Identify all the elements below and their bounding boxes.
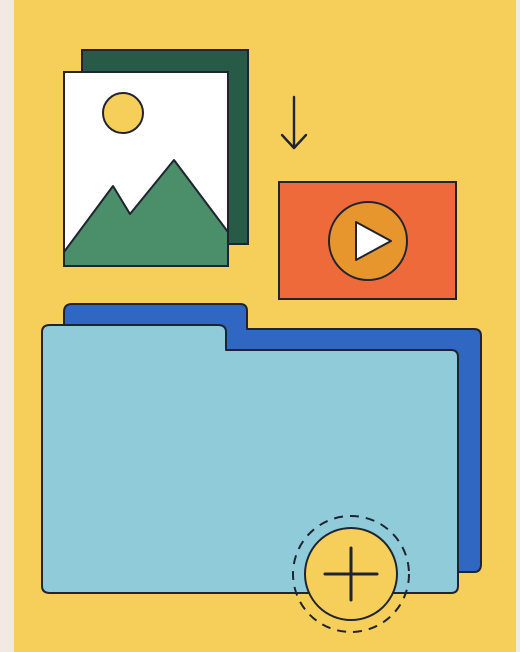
image-icon (63, 49, 249, 267)
play-icon (278, 181, 457, 300)
page-frame (0, 0, 520, 652)
upload-media-illustration (41, 49, 482, 633)
folder-icon (41, 303, 482, 594)
folder-front (41, 324, 459, 594)
arrow-down-icon (280, 95, 308, 150)
sun-circle (102, 92, 144, 134)
